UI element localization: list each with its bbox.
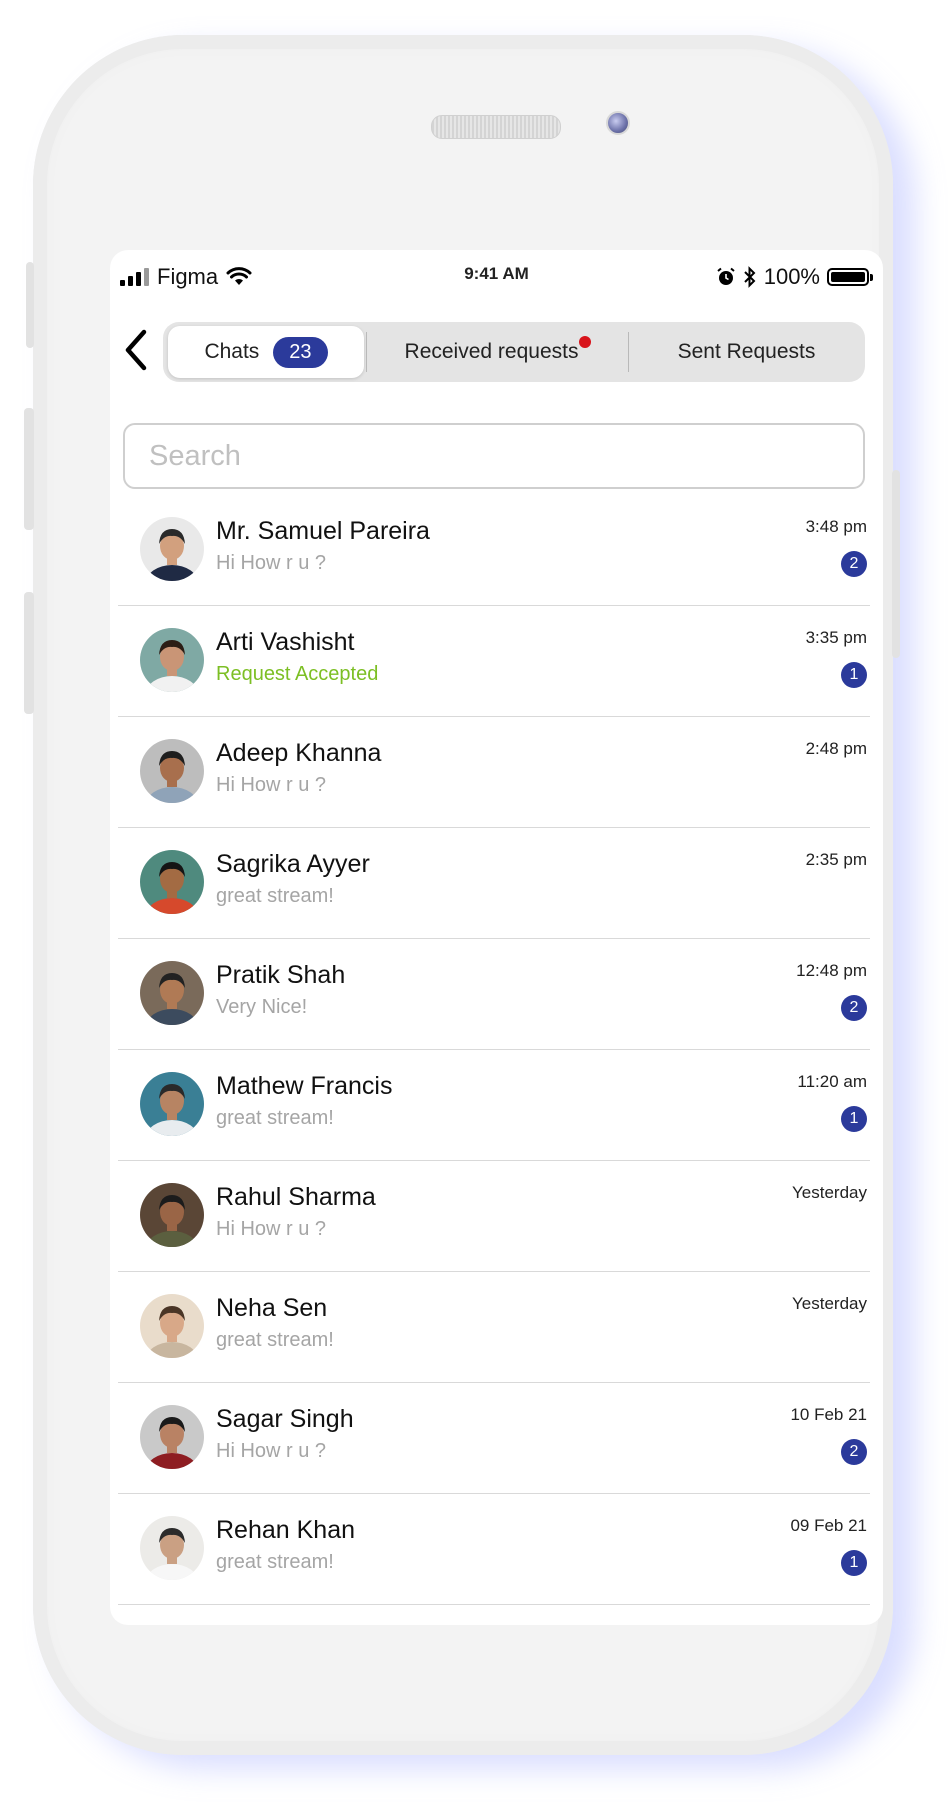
avatar-photo: [140, 739, 204, 803]
status-bar: Figma 9:41 AM 100%: [110, 250, 883, 300]
avatar-photo: [140, 1294, 204, 1358]
unread-count-badge: 1: [841, 1106, 867, 1132]
tab-sent-requests[interactable]: Sent Requests: [628, 322, 865, 382]
message-time: 3:48 pm: [805, 517, 867, 536]
contact-name: Arti Vashisht: [216, 628, 355, 656]
contact-name: Rehan Khan: [216, 1516, 356, 1544]
contact-name: Sagrika Ayyer: [216, 850, 370, 878]
avatar-photo: [140, 1183, 204, 1247]
tab-received-requests[interactable]: Received requests: [368, 322, 628, 382]
back-chevron-icon[interactable]: [120, 328, 154, 372]
avatar-photo: [140, 1405, 204, 1469]
avatar[interactable]: [140, 1294, 204, 1358]
message-preview: great stream!: [216, 1329, 334, 1351]
chat-list-item[interactable]: Mr. Samuel Pareira Hi How r u ? 3:48 pm …: [118, 495, 870, 606]
message-preview: Request Accepted: [216, 663, 379, 685]
chat-list-item[interactable]: Rahul Sharma Hi How r u ? Yesterday: [118, 1161, 870, 1272]
battery-percent: 100%: [763, 264, 820, 289]
avatar[interactable]: [140, 628, 204, 692]
message-time: 12:48 pm: [796, 961, 867, 980]
volume-up-button: [24, 408, 34, 530]
avatar-photo: [140, 517, 204, 581]
segmented-tabs: Chats 23 Received requests Sent Requests: [163, 322, 865, 382]
notification-dot: [579, 336, 592, 348]
volume-down-button: [24, 592, 34, 714]
avatar[interactable]: [140, 850, 204, 914]
status-right: 100%: [716, 264, 873, 290]
contact-name: Neha Sen: [216, 1294, 328, 1322]
message-preview: Hi How r u ?: [216, 1440, 327, 1462]
power-button: [892, 470, 900, 658]
contact-name: Mathew Francis: [216, 1072, 393, 1100]
avatar[interactable]: [140, 1072, 204, 1136]
message-time: 2:48 pm: [805, 739, 867, 758]
contact-name: Rahul Sharma: [216, 1183, 376, 1211]
alarm-icon: [717, 267, 735, 285]
avatar-photo: [140, 850, 204, 914]
tab-received-label: Received requests: [404, 340, 579, 363]
contact-name: Mr. Samuel Pareira: [216, 517, 430, 545]
battery-icon: [827, 268, 873, 286]
phone-frame: Figma 9:41 AM 100% Chats 23 Received req…: [33, 35, 893, 1755]
avatar[interactable]: [140, 1405, 204, 1469]
tab-chats[interactable]: Chats 23: [168, 326, 364, 378]
avatar-photo: [140, 1072, 204, 1136]
tab-divider: [366, 332, 367, 372]
bluetooth-icon: [744, 266, 756, 288]
chat-list-item[interactable]: Arti Vashisht Request Accepted 3:35 pm 1: [118, 606, 870, 717]
contact-name: Adeep Khanna: [216, 739, 382, 767]
message-time: 2:35 pm: [805, 850, 867, 869]
message-time: Yesterday: [792, 1183, 867, 1202]
message-preview: Hi How r u ?: [216, 774, 327, 796]
chat-list-item[interactable]: Pratik Shah Very Nice! 12:48 pm 2: [118, 939, 870, 1050]
chat-list-item[interactable]: Mathew Francis great stream! 11:20 am 1: [118, 1050, 870, 1161]
app-screen: Figma 9:41 AM 100% Chats 23 Received req…: [110, 250, 883, 1625]
message-preview: Hi How r u ?: [216, 552, 327, 574]
chat-list-item[interactable]: Rehan Khan great stream! 09 Feb 21 1: [118, 1494, 870, 1605]
message-preview: Very Nice!: [216, 996, 308, 1018]
speaker-grille: [431, 115, 561, 139]
message-preview: great stream!: [216, 1107, 334, 1129]
search-input[interactable]: [123, 423, 865, 489]
front-camera: [606, 111, 630, 135]
tab-sent-label: Sent Requests: [677, 340, 816, 363]
chat-list-item[interactable]: Sagrika Ayyer great stream! 2:35 pm: [118, 828, 870, 939]
avatar[interactable]: [140, 517, 204, 581]
unread-count-badge: 2: [841, 1439, 867, 1465]
unread-count-badge: 1: [841, 1550, 867, 1576]
message-time: 10 Feb 21: [790, 1405, 867, 1424]
unread-count-badge: 2: [841, 995, 867, 1021]
chats-count-badge: 23: [273, 336, 328, 368]
message-time: Yesterday: [792, 1294, 867, 1313]
message-time: 09 Feb 21: [790, 1516, 867, 1535]
avatar[interactable]: [140, 1183, 204, 1247]
avatar[interactable]: [140, 739, 204, 803]
message-time: 11:20 am: [797, 1072, 867, 1091]
message-time: 3:35 pm: [805, 628, 867, 647]
avatar-photo: [140, 1516, 204, 1580]
chat-list-item[interactable]: Neha Sen great stream! Yesterday: [118, 1272, 870, 1383]
tab-chats-label: Chats: [204, 340, 260, 363]
unread-count-badge: 2: [841, 551, 867, 577]
unread-count-badge: 1: [841, 662, 867, 688]
contact-name: Sagar Singh: [216, 1405, 354, 1433]
chat-list: Mr. Samuel Pareira Hi How r u ? 3:48 pm …: [118, 495, 870, 1605]
contact-name: Pratik Shah: [216, 961, 346, 989]
avatar[interactable]: [140, 961, 204, 1025]
avatar-photo: [140, 628, 204, 692]
chat-list-item[interactable]: Sagar Singh Hi How r u ? 10 Feb 21 2: [118, 1383, 870, 1494]
avatar[interactable]: [140, 1516, 204, 1580]
message-preview: great stream!: [216, 1551, 334, 1573]
mute-switch: [26, 262, 34, 348]
avatar-photo: [140, 961, 204, 1025]
message-preview: great stream!: [216, 885, 334, 907]
message-preview: Hi How r u ?: [216, 1218, 327, 1240]
chat-list-item[interactable]: Adeep Khanna Hi How r u ? 2:48 pm: [118, 717, 870, 828]
